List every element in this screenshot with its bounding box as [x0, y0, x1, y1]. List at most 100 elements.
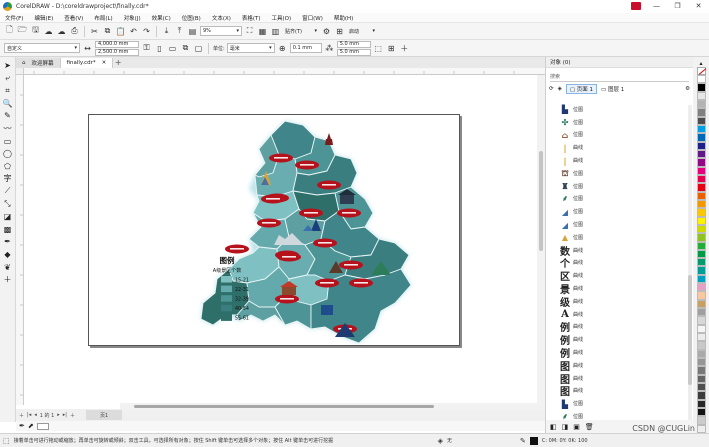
launch-dropdown[interactable]: 启动 ▾ — [347, 26, 377, 36]
color-eyedropper-icon[interactable]: ✒ — [2, 236, 13, 247]
cloud-download-icon[interactable]: ☁ — [56, 26, 67, 37]
color-swatch[interactable] — [696, 241, 706, 250]
add-page-before-icon[interactable]: ＋ — [19, 412, 24, 419]
show-rulers-icon[interactable]: ▦ — [257, 26, 268, 37]
pick-tool-icon[interactable]: ➤ — [2, 60, 13, 71]
color-swatch[interactable] — [696, 83, 706, 92]
menu-effects[interactable]: 效果(C) — [152, 14, 171, 22]
color-swatch[interactable] — [696, 108, 706, 117]
color-swatch[interactable] — [696, 399, 706, 409]
color-swatch[interactable] — [696, 174, 706, 184]
export-icon[interactable]: ⤒ — [174, 26, 185, 37]
import-icon[interactable]: ⤓ — [161, 26, 172, 37]
landscape-icon[interactable]: ▭ — [167, 43, 178, 54]
minimize-button[interactable]: — — [646, 0, 667, 13]
full-screen-icon[interactable]: ⛶ — [244, 26, 255, 37]
object-list-item[interactable]: ◢ 位图 — [546, 205, 686, 218]
object-list-item[interactable]: 图曲线 — [546, 385, 686, 398]
copy-icon[interactable]: ⧉ — [102, 26, 113, 37]
tab-page-1[interactable]: 页1 — [86, 410, 123, 420]
vertical-ruler[interactable] — [16, 75, 24, 405]
options-gear-icon[interactable]: ⚙ — [321, 26, 332, 37]
outline-color-swatch[interactable] — [529, 436, 538, 445]
objects-list[interactable]: ▙ 位图 ✣ 位图 ⌂ 位图 ❘ 曲线 ❘ 曲线 ⛫ 位图 ♜ 位图 ⸙ 位图 ◢ 位图 ◢ 位图 ▲ 位图数曲线个曲线区… — [546, 103, 686, 423]
anhui-map-artwork[interactable]: 图例 A级景区个数 15-21 22-31 32-39 40-54 55-61 — [89, 115, 460, 346]
color-swatch[interactable] — [696, 141, 706, 150]
color-swatch[interactable] — [696, 133, 706, 142]
save-icon[interactable]: 🖫 — [30, 25, 41, 37]
no-color-swatch[interactable] — [696, 67, 706, 75]
color-swatch[interactable] — [696, 274, 706, 284]
color-swatch[interactable] — [696, 91, 706, 100]
add-page-icon[interactable]: ⊞ — [386, 43, 397, 54]
color-swatch[interactable] — [696, 299, 706, 309]
color-swatch[interactable] — [696, 391, 706, 400]
object-list-item[interactable]: ♜ 位图 — [546, 180, 686, 193]
add-tool-icon[interactable]: ＋ — [2, 274, 13, 285]
pdf-icon[interactable]: ▤ — [187, 26, 198, 37]
color-swatch[interactable] — [696, 349, 706, 359]
palette-scroll-up-icon[interactable]: ▴ — [699, 60, 702, 67]
horizontal-ruler[interactable] — [24, 68, 545, 75]
color-swatch[interactable] — [696, 366, 706, 375]
interactive-fill-icon[interactable]: ◆ — [2, 249, 13, 260]
new-document-icon[interactable]: 🗋 — [4, 25, 15, 37]
page-width-input[interactable]: 4,000.0 mm — [95, 40, 139, 48]
color-swatch[interactable] — [696, 424, 706, 434]
color-swatch[interactable] — [696, 224, 706, 234]
treat-as-filled-icon[interactable]: ⬚ — [373, 43, 384, 54]
color-swatch[interactable] — [696, 191, 706, 200]
connector-tool-icon[interactable]: ⤡ — [2, 199, 13, 210]
layer-stack-icon[interactable]: ◈ — [558, 86, 562, 92]
new-tab-button[interactable]: + — [113, 58, 123, 68]
object-list-item[interactable]: 级曲线 — [546, 295, 686, 309]
menu-file[interactable]: 文件(F) — [5, 14, 23, 22]
object-list-item[interactable]: ▙ 位图 — [546, 397, 686, 410]
scroll-thumb[interactable] — [539, 151, 543, 251]
first-page-icon[interactable]: |◂ — [27, 412, 31, 418]
undo-icon[interactable]: ↶ — [128, 26, 139, 37]
parallel-dimension-icon[interactable]: ⟋ — [2, 186, 13, 197]
artistic-media-icon[interactable]: 〰 — [2, 123, 13, 134]
text-tool-icon[interactable]: 字 — [2, 173, 13, 184]
last-page-icon[interactable]: ▸| — [63, 412, 67, 418]
color-swatch[interactable] — [696, 308, 706, 317]
color-swatch[interactable] — [696, 199, 706, 209]
color-swatch[interactable] — [696, 283, 706, 292]
cloud-upload-icon[interactable]: ☁ — [43, 26, 54, 37]
show-grid-icon[interactable]: ▥ — [270, 26, 281, 37]
current-page-icon[interactable]: ▢ — [193, 43, 204, 54]
color-swatch[interactable] — [696, 158, 706, 167]
ruler-corner[interactable] — [16, 68, 24, 75]
scroll-thumb[interactable] — [688, 275, 692, 385]
shape-tool-icon[interactable]: ⤶ — [2, 73, 13, 84]
menu-tools[interactable]: 工具(O) — [272, 14, 292, 22]
move-to-layer-icon[interactable]: ▣ — [573, 423, 580, 431]
document-page[interactable]: 图例 A级景区个数 15-21 22-31 32-39 40-54 55-61 — [88, 114, 460, 346]
color-swatch[interactable] — [696, 383, 706, 392]
menu-object[interactable]: 对象(J) — [124, 14, 141, 22]
color-swatch[interactable] — [696, 233, 706, 242]
menu-window[interactable]: 窗口(W) — [302, 14, 323, 22]
scroll-thumb[interactable] — [134, 405, 434, 408]
open-folder-icon[interactable]: 🗁 — [17, 25, 28, 37]
account-icon[interactable] — [631, 2, 641, 10]
portrait-icon[interactable]: ▯ — [154, 43, 165, 54]
palette-options-icon[interactable]: ⬈ — [28, 422, 34, 430]
fill-status[interactable]: 无 — [447, 437, 452, 444]
launch-icon[interactable]: ⊞ — [334, 26, 345, 37]
duplicate-y-input[interactable]: 5.0 mm — [336, 48, 371, 56]
object-list-item[interactable]: ⛫ 位图 — [546, 167, 686, 180]
ellipse-tool-icon[interactable]: ◯ — [2, 148, 13, 159]
page-1-selector[interactable]: ▢ 页面 1 — [565, 83, 598, 94]
redo-icon[interactable]: ↷ — [141, 26, 152, 37]
page-height-input[interactable]: 2,500.0 mm — [95, 48, 139, 56]
menu-edit[interactable]: 编辑(E) — [34, 14, 53, 22]
close-tab-icon[interactable]: ✕ — [102, 60, 107, 66]
color-swatch[interactable] — [696, 208, 706, 217]
color-swatch[interactable] — [696, 166, 706, 175]
object-list-item[interactable]: ⌂ 位图 — [546, 129, 686, 142]
color-swatch[interactable] — [696, 116, 706, 125]
color-swatch[interactable] — [696, 124, 706, 134]
color-swatch[interactable] — [696, 258, 706, 267]
